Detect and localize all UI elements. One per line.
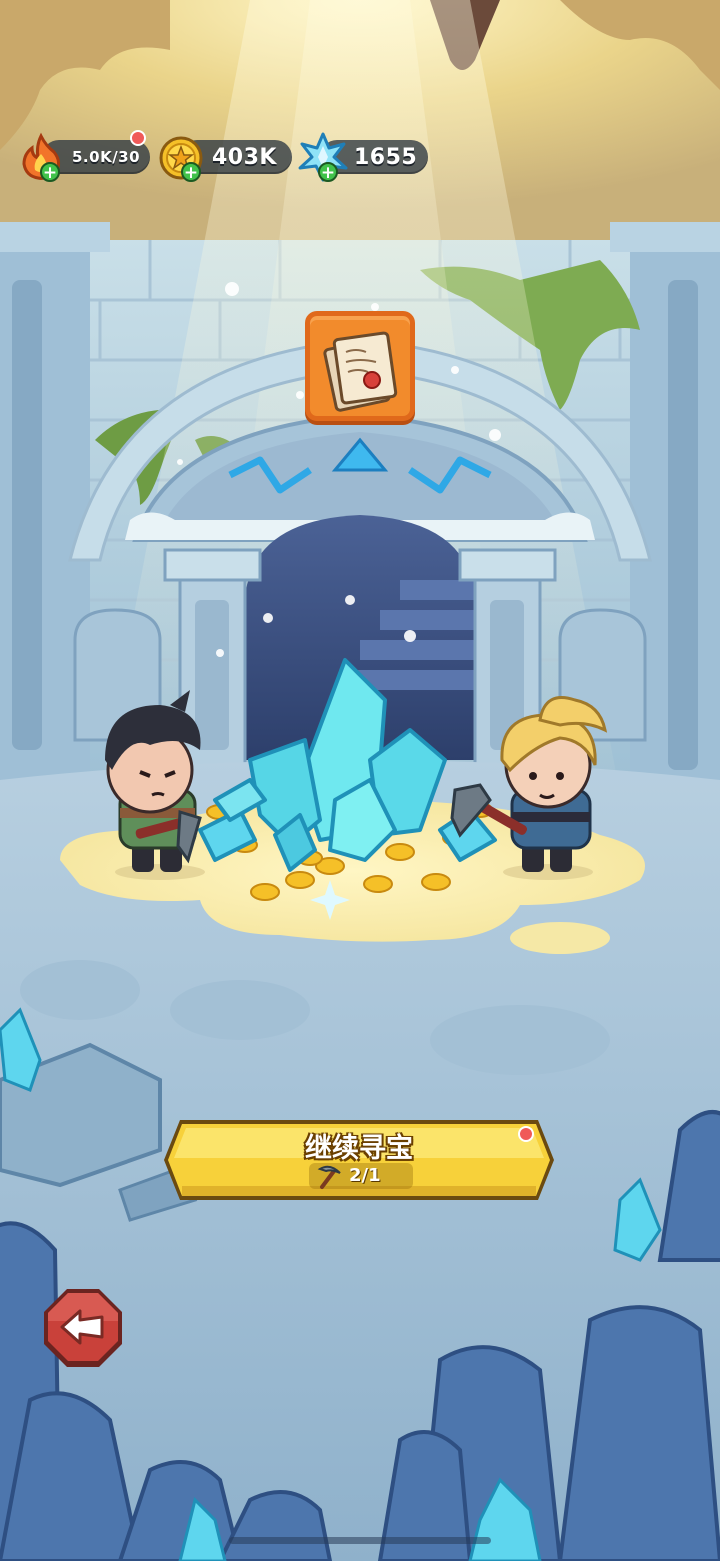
miner-boy [105, 690, 205, 880]
scroll-letter-icon [323, 331, 398, 412]
continue-button-label: 继续寻宝 [305, 1133, 413, 1164]
add-coins-button[interactable]: + [181, 162, 201, 183]
energy-value: 5.0K/30 [72, 148, 141, 166]
back-button[interactable] [42, 1287, 124, 1369]
miner-girl [450, 696, 608, 880]
home-indicator[interactable] [229, 1537, 491, 1544]
back-arrow-icon [44, 1289, 122, 1367]
reward-item-box[interactable] [305, 311, 415, 421]
coin-value: 403K [212, 144, 277, 170]
continue-notification-dot [518, 1126, 534, 1142]
gem-value: 1655 [354, 144, 418, 170]
pickaxe-cost-value: 2/1 [349, 1165, 381, 1186]
add-energy-button[interactable]: + [40, 162, 60, 183]
pickaxe-icon [317, 1165, 341, 1189]
continue-treasure-hunt-button[interactable]: 继续寻宝 2/1 [162, 1116, 556, 1204]
energy-notification-dot [130, 130, 146, 146]
pickaxe-cost-badge: 2/1 [309, 1163, 413, 1189]
add-gems-button[interactable]: + [318, 162, 338, 183]
